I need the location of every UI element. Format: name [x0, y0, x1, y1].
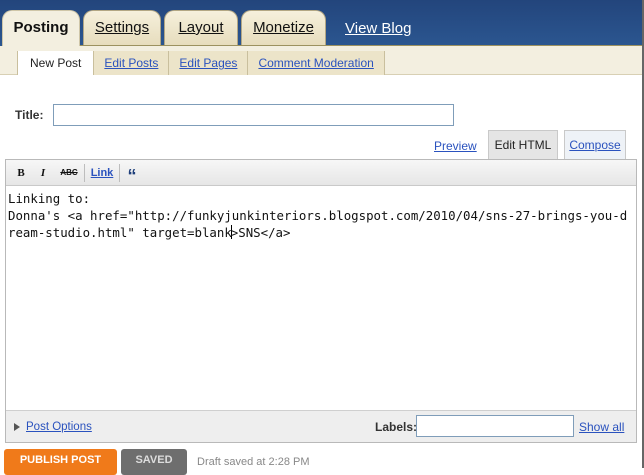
tab-layout-label: Layout — [178, 19, 224, 36]
subnav-comment-moderation[interactable]: Comment Moderation — [247, 51, 385, 75]
toolbar-separator — [119, 164, 120, 182]
tab-posting[interactable]: Posting — [2, 10, 80, 47]
preview-link[interactable]: Preview — [434, 139, 477, 153]
tab-monetize[interactable]: Monetize — [241, 10, 326, 46]
subnav: New Post Edit Posts Edit Pages Comment M… — [0, 46, 644, 75]
html-textarea[interactable]: Linking to: Donna's <a href="http://funk… — [6, 187, 636, 411]
editor-line-2b: >SNS</a> — [230, 225, 291, 240]
editor-line-1: Linking to: — [8, 191, 91, 206]
saved-button[interactable]: SAVED — [121, 449, 187, 475]
post-options-link[interactable]: Post Options — [26, 421, 92, 433]
tab-settings-label: Settings — [94, 19, 150, 36]
editor-line-2a: Donna's <a href="http://funkyjunkinterio… — [8, 208, 628, 240]
tab-layout[interactable]: Layout — [164, 10, 238, 46]
link-button[interactable]: Link — [89, 165, 115, 181]
top-bar: Posting Settings Layout Monetize View Bl… — [0, 0, 644, 47]
bold-button[interactable]: B — [14, 165, 28, 181]
blockquote-icon[interactable]: “ — [124, 165, 140, 186]
tab-settings[interactable]: Settings — [83, 10, 161, 46]
subnav-new-post[interactable]: New Post — [17, 51, 94, 75]
expand-arrow-icon[interactable] — [14, 423, 20, 431]
tab-edit-html[interactable]: Edit HTML — [488, 130, 558, 160]
tab-monetize-label: Monetize — [253, 19, 314, 36]
title-input[interactable] — [53, 104, 454, 126]
title-label: Title: — [15, 108, 44, 122]
toolbar-separator — [84, 164, 85, 182]
editor-footer: Post Options Labels: Show all — [6, 410, 636, 442]
labels-label: Labels: — [375, 420, 418, 434]
subnav-edit-posts[interactable]: Edit Posts — [93, 51, 169, 75]
tab-posting-label: Posting — [13, 19, 69, 36]
labels-input[interactable] — [416, 415, 574, 437]
editor-toolbar: B I ABC Link “ — [6, 160, 636, 186]
italic-button[interactable]: I — [37, 165, 49, 181]
post-editor: B I ABC Link “ Linking to: Donna's <a hr… — [5, 159, 637, 443]
subnav-edit-pages[interactable]: Edit Pages — [168, 51, 248, 75]
tab-compose[interactable]: Compose — [564, 130, 626, 160]
draft-status: Draft saved at 2:28 PM — [197, 456, 310, 468]
publish-post-button[interactable]: PUBLISH POST — [4, 449, 117, 475]
strikethrough-button[interactable]: ABC — [58, 165, 80, 181]
show-all-link[interactable]: Show all — [579, 420, 624, 434]
view-blog-link[interactable]: View Blog — [345, 20, 411, 37]
